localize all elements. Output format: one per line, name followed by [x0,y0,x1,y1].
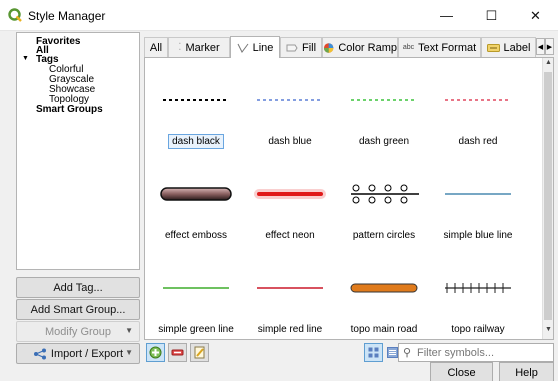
symbol-simple-green-line[interactable]: simple green line [149,258,243,339]
tab-marker[interactable]: ⁚ Marker [168,37,230,57]
symbol-label: topo main road [350,324,418,335]
symbol-label: dash red [458,136,498,147]
filter-symbols-input[interactable] [417,345,551,360]
symbol-effect-neon[interactable]: effect neon [243,164,337,258]
add-tag-button[interactable]: Add Tag... [16,277,140,298]
tree-item-smart-groups[interactable]: Smart Groups [36,105,103,115]
symbol-preview [337,164,431,224]
symbol-effect-emboss[interactable]: effect emboss [149,164,243,258]
maximize-button[interactable]: ☐ [469,0,514,31]
qgis-logo-icon [8,8,22,22]
tab-label: Line [252,41,274,54]
tab-scroll-left-button[interactable]: ◀ [536,38,545,55]
expand-arrow-icon[interactable]: ▼ [22,54,29,64]
label-icon [486,43,500,52]
add-symbol-button[interactable] [146,343,165,362]
symbol-preview [431,164,525,224]
dropdown-arrow-icon: ▼ [125,326,133,335]
color-ramp-icon [323,42,334,53]
tab-color-ramp[interactable]: Color Ramp [322,37,398,57]
list-view-icon [387,347,398,358]
scroll-down-icon[interactable]: ▼ [544,326,553,333]
symbol-label: simple green line [158,324,234,335]
symbol-label: pattern circles [352,230,416,241]
symbol-dash-green[interactable]: dash green [337,70,431,164]
line-icon [237,43,248,53]
symbol-list-scrollbar[interactable]: ▲ ▼ [542,58,553,339]
symbol-pattern-circles[interactable]: pattern circles [337,164,431,258]
symbol-preview [149,164,243,224]
tab-label: All [149,41,163,54]
filter-symbols-field[interactable]: ⚲ [398,343,554,362]
tab-scroll-right-button[interactable]: ▶ [545,38,554,55]
grid-view-icon [368,347,379,358]
scrollbar-thumb[interactable] [544,72,552,320]
symbol-dash-black[interactable]: dash black [149,70,243,164]
help-button[interactable]: Help [499,362,554,381]
symbol-dash-blue[interactable]: dash blue [243,70,337,164]
edit-symbol-button[interactable] [190,343,209,362]
symbol-type-tabs: All ⁚ Marker Line Fill Color Ramp abc Te… [144,36,554,58]
share-icon [33,348,46,359]
symbol-dash-red[interactable]: dash red [431,70,525,164]
tab-text-format[interactable]: abc Text Format [398,37,481,57]
symbol-topo-main-road[interactable]: topo main road [337,258,431,339]
symbol-preview [431,258,525,318]
symbol-preview [243,258,337,318]
symbol-preview [243,164,337,224]
search-icon: ⚲ [403,347,412,359]
remove-symbol-button[interactable] [168,343,187,362]
marker-icon: ⁚ [178,42,182,53]
window-title: Style Manager [28,9,106,23]
symbol-simple-blue-line[interactable]: simple blue line [431,164,525,258]
close-button[interactable]: Close [430,362,493,381]
tab-label: Fill [301,41,317,54]
add-icon [149,346,162,359]
add-smart-group-button[interactable]: Add Smart Group... [16,299,140,320]
symbol-preview [337,70,431,130]
tab-label-settings[interactable]: Label [481,37,536,57]
symbol-label: simple red line [257,324,323,335]
symbol-preview [149,70,243,130]
tab-label: Label [503,41,531,54]
symbol-preview [337,258,431,318]
symbol-topo-railway[interactable]: topo railway [431,258,525,339]
tab-fill[interactable]: Fill [280,37,322,57]
symbol-simple-red-line[interactable]: simple red line [243,258,337,339]
symbol-label: dash blue [268,136,312,147]
symbol-preview [149,258,243,318]
symbol-label: dash green [358,136,410,147]
modify-group-button[interactable]: Modify Group ▼ [16,321,140,342]
symbol-label: effect neon [265,230,315,241]
tab-all[interactable]: All [144,37,168,57]
symbol-label: effect emboss [164,230,228,241]
tab-label: Color Ramp [338,41,397,54]
symbol-label: topo railway [451,324,505,335]
import-export-label: Import / Export [50,347,124,360]
fill-icon [286,44,298,51]
scroll-up-icon[interactable]: ▲ [544,59,553,66]
symbol-list[interactable]: dash black dash blue dash green dash red [144,57,554,340]
minimize-button[interactable]: — [424,0,469,31]
modify-group-label: Modify Group [44,325,112,338]
icon-view-button[interactable] [364,343,383,362]
import-export-button[interactable]: Import / Export ▼ [16,343,140,364]
group-tree[interactable]: Favorites All ▼ Tags Colorful Grayscale … [16,32,140,270]
remove-icon [171,349,184,356]
tab-line[interactable]: Line [230,36,280,58]
tab-label: Marker [185,41,220,54]
title-bar: Style Manager — ☐ ✕ [0,0,558,31]
dropdown-arrow-icon: ▼ [125,348,133,357]
symbol-label: simple blue line [443,230,513,241]
symbol-label: dash black [149,134,243,149]
symbol-preview [431,70,525,130]
close-window-button[interactable]: ✕ [513,0,558,31]
tab-label: Text Format [418,41,477,54]
symbol-preview [243,70,337,130]
text-format-icon: abc [402,44,415,51]
edit-icon [194,346,205,359]
